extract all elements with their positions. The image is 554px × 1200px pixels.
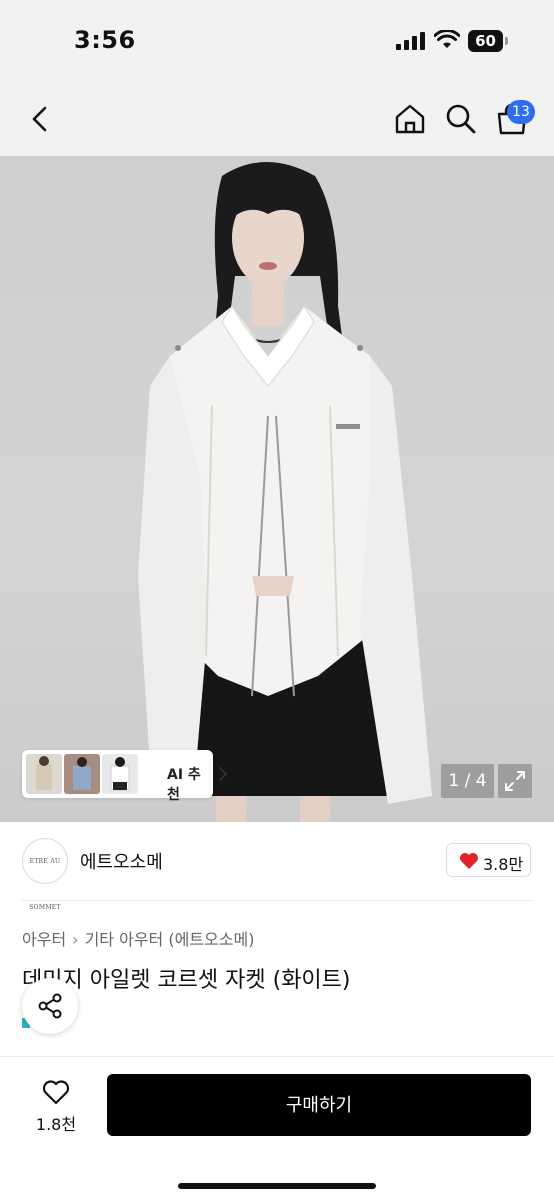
back-icon[interactable] (26, 102, 54, 136)
buy-button[interactable]: 구매하기 (107, 1074, 531, 1136)
expand-button[interactable] (498, 764, 532, 798)
bottom-action-bar: 1.8천 구매하기 (0, 1056, 554, 1200)
home-indicator (178, 1183, 376, 1189)
product-image[interactable]: AI 추천 1 / 4 (0, 156, 554, 822)
cart-badge: 13 (507, 100, 535, 124)
product-photo (138, 162, 432, 822)
ai-recommend-chip[interactable]: AI 추천 (22, 750, 228, 803)
status-bar: 3:56 60 (0, 0, 554, 82)
wishlist-button[interactable]: 1.8천 (28, 1075, 84, 1139)
shop-like-count: 3.8만 (483, 855, 524, 874)
wifi-icon (434, 30, 460, 48)
home-icon[interactable] (393, 102, 427, 136)
divider (22, 900, 532, 901)
ai-thumb-3 (102, 754, 138, 794)
breadcrumb: 아우터 › 기타 아우터 (에트오소메) (22, 926, 254, 950)
search-icon[interactable] (444, 102, 478, 136)
share-button[interactable] (22, 978, 78, 1034)
expand-icon (505, 771, 525, 791)
breadcrumb-item-other-outer[interactable]: 기타 아우터 (에트오소메) (85, 930, 255, 949)
image-page-counter: 1 / 4 (441, 764, 494, 798)
battery-level: 60 (468, 30, 503, 52)
breadcrumb-separator-icon: › (72, 930, 79, 949)
heart-outline-icon (42, 1080, 70, 1105)
status-time: 3:56 (74, 26, 136, 54)
shop-like-button[interactable]: 3.8만 (446, 843, 531, 877)
signal-icon (396, 32, 426, 50)
breadcrumb-item-outer[interactable]: 아우터 (22, 930, 66, 949)
shop-avatar[interactable]: ETRE AU SOMMET (22, 838, 68, 911)
share-icon (38, 993, 62, 1019)
heart-filled-icon (460, 853, 478, 869)
chevron-right-icon (219, 767, 228, 781)
ai-thumb-1 (26, 754, 62, 794)
ai-recommend-label: AI 추천 (167, 767, 201, 803)
battery-icon: 60 (468, 30, 508, 52)
shop-name[interactable]: 에트오소메 (80, 848, 163, 874)
ai-thumb-2 (64, 754, 100, 794)
nav-bar: 13 (0, 82, 554, 156)
wishlist-count: 1.8천 (35, 1115, 77, 1134)
